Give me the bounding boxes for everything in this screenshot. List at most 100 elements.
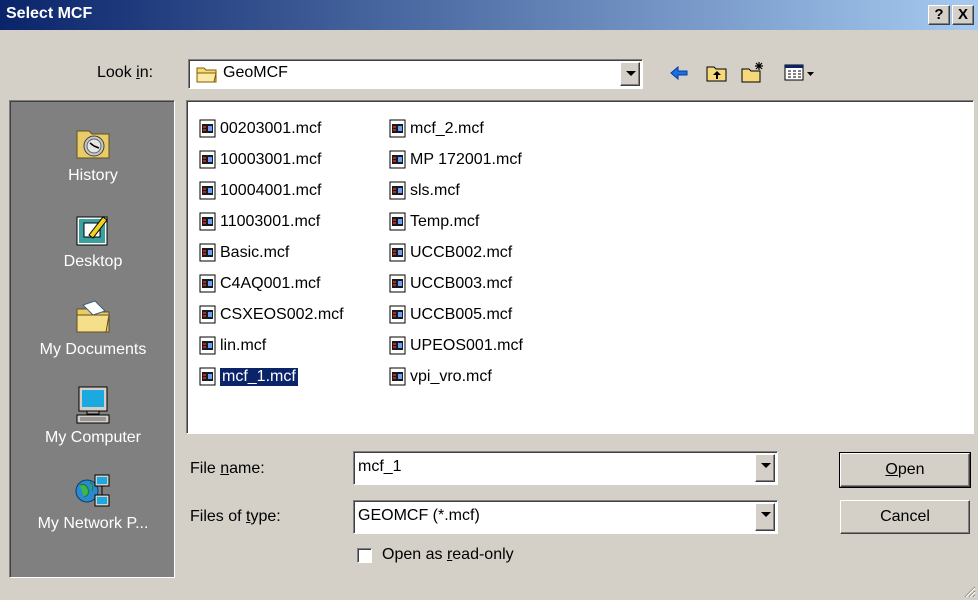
places-item-history[interactable]: History xyxy=(10,123,176,185)
places-item-network-places[interactable]: My Network P... xyxy=(10,471,176,533)
file-name: CSXEOS002.mcf xyxy=(220,305,344,323)
file-item[interactable]: MP 172001.mcf xyxy=(389,144,523,175)
my-documents-icon xyxy=(76,300,110,333)
mcf-file-icon xyxy=(389,274,406,293)
places-label: My Computer xyxy=(44,429,142,446)
mcf-file-icon xyxy=(199,367,216,386)
file-name: 10003001.mcf xyxy=(220,150,322,168)
up-folder-icon xyxy=(706,66,727,82)
view-menu-button[interactable] xyxy=(782,60,818,86)
title-bar: Select MCF ? X xyxy=(0,0,978,30)
file-item[interactable]: 11003001.mcf xyxy=(199,206,344,237)
file-name: UCCB002.mcf xyxy=(410,243,513,261)
places-label: My Documents xyxy=(39,341,147,358)
mcf-file-icon xyxy=(199,336,216,355)
places-item-my-computer[interactable]: My Computer xyxy=(10,385,176,447)
file-name: 11003001.mcf xyxy=(220,212,321,230)
mcf-file-icon xyxy=(199,181,216,200)
my-computer-icon xyxy=(76,386,110,424)
back-icon xyxy=(670,65,688,81)
mcf-file-icon xyxy=(199,305,216,324)
look-in-combo[interactable]: GeoMCF xyxy=(188,59,643,89)
close-button[interactable]: X xyxy=(952,5,974,25)
mcf-file-icon xyxy=(199,212,216,231)
resize-grip-icon[interactable] xyxy=(962,584,976,598)
file-name: 00203001.mcf xyxy=(220,119,322,137)
view-menu-icon xyxy=(784,64,814,81)
file-column-1: 00203001.mcf 10003001.mcf 10004001.mcf 1100… xyxy=(199,113,344,392)
file-item[interactable]: lin.mcf xyxy=(199,330,344,361)
file-item[interactable]: UCCB002.mcf xyxy=(389,237,523,268)
file-name-label: File name: xyxy=(190,460,265,477)
mcf-file-icon xyxy=(389,150,406,169)
file-name: vpi_vro.mcf xyxy=(410,367,492,385)
places-label: History xyxy=(68,167,118,184)
places-item-desktop[interactable]: Desktop xyxy=(10,209,176,271)
file-name: UCCB005.mcf xyxy=(410,305,513,323)
history-icon xyxy=(76,130,110,159)
mcf-file-icon xyxy=(199,243,216,262)
mcf-file-icon xyxy=(389,305,406,324)
desktop-icon xyxy=(76,216,108,246)
file-type-label: Files of type: xyxy=(190,508,281,525)
mcf-file-icon xyxy=(389,367,406,386)
file-name: MP 172001.mcf xyxy=(410,150,522,168)
window-title: Select MCF xyxy=(6,5,93,22)
file-name-combo[interactable]: mcf_1 xyxy=(353,451,778,485)
look-in-label: Look in: xyxy=(97,64,154,81)
file-type-dropdown-button[interactable] xyxy=(755,503,775,531)
help-icon: ? xyxy=(934,6,944,23)
look-in-value: GeoMCF xyxy=(223,64,288,81)
help-button[interactable]: ? xyxy=(928,5,950,25)
file-item[interactable]: mcf_2.mcf xyxy=(389,113,523,144)
mcf-file-icon xyxy=(199,150,216,169)
file-item[interactable]: sls.mcf xyxy=(389,175,523,206)
file-name: C4AQ001.mcf xyxy=(220,274,321,292)
file-item[interactable]: 10003001.mcf xyxy=(199,144,344,175)
read-only-label: Open as read-only xyxy=(382,546,514,563)
file-name: sls.mcf xyxy=(410,181,460,199)
file-name: 10004001.mcf xyxy=(220,181,322,199)
new-folder-button[interactable] xyxy=(740,60,766,86)
file-item[interactable]: vpi_vro.mcf xyxy=(389,361,523,392)
file-item[interactable]: C4AQ001.mcf xyxy=(199,268,344,299)
file-name-input[interactable]: mcf_1 xyxy=(358,458,402,476)
file-item[interactable]: Temp.mcf xyxy=(389,206,523,237)
file-list[interactable]: 00203001.mcf 10003001.mcf 10004001.mcf 1100… xyxy=(186,100,974,434)
mcf-file-icon xyxy=(389,119,406,138)
read-only-checkbox[interactable] xyxy=(357,548,372,563)
file-type-combo[interactable]: GEOMCF (*.mcf) xyxy=(353,500,778,534)
look-in-dropdown-button[interactable] xyxy=(620,62,640,86)
mcf-file-icon xyxy=(389,181,406,200)
file-name: mcf_2.mcf xyxy=(410,119,484,137)
file-item[interactable]: CSXEOS002.mcf xyxy=(199,299,344,330)
places-item-my-documents[interactable]: My Documents xyxy=(10,297,176,359)
mcf-file-icon xyxy=(199,274,216,293)
file-column-2: mcf_2.mcf MP 172001.mcf sls.mcf Temp.mcf UCC… xyxy=(389,113,523,392)
file-name: Temp.mcf xyxy=(410,212,480,230)
file-item[interactable]: UPEOS001.mcf xyxy=(389,330,523,361)
up-folder-button[interactable] xyxy=(704,60,730,86)
places-bar: History Desktop My Documents My Computer xyxy=(9,100,175,578)
mcf-file-icon xyxy=(389,243,406,262)
file-name-dropdown-button[interactable] xyxy=(755,454,775,482)
open-button[interactable]: Open xyxy=(839,452,971,488)
file-item[interactable]: 00203001.mcf xyxy=(199,113,344,144)
file-name: lin.mcf xyxy=(220,336,267,354)
file-item[interactable]: 10004001.mcf xyxy=(199,175,344,206)
file-item[interactable]: Basic.mcf xyxy=(199,237,344,268)
file-item[interactable]: mcf_1.mcf xyxy=(199,361,344,392)
new-folder-icon xyxy=(741,62,763,83)
mcf-file-icon xyxy=(389,212,406,231)
file-type-value: GEOMCF (*.mcf) xyxy=(358,507,480,524)
file-name: mcf_1.mcf xyxy=(219,366,299,387)
file-item[interactable]: UCCB005.mcf xyxy=(389,299,523,330)
folder-icon xyxy=(196,67,217,83)
network-places-icon xyxy=(75,474,110,507)
back-button[interactable] xyxy=(666,60,692,86)
places-label: Desktop xyxy=(63,253,123,270)
file-name: UCCB003.mcf xyxy=(410,274,513,292)
mcf-file-icon xyxy=(389,336,406,355)
cancel-button[interactable]: Cancel xyxy=(840,500,970,534)
file-item[interactable]: UCCB003.mcf xyxy=(389,268,523,299)
